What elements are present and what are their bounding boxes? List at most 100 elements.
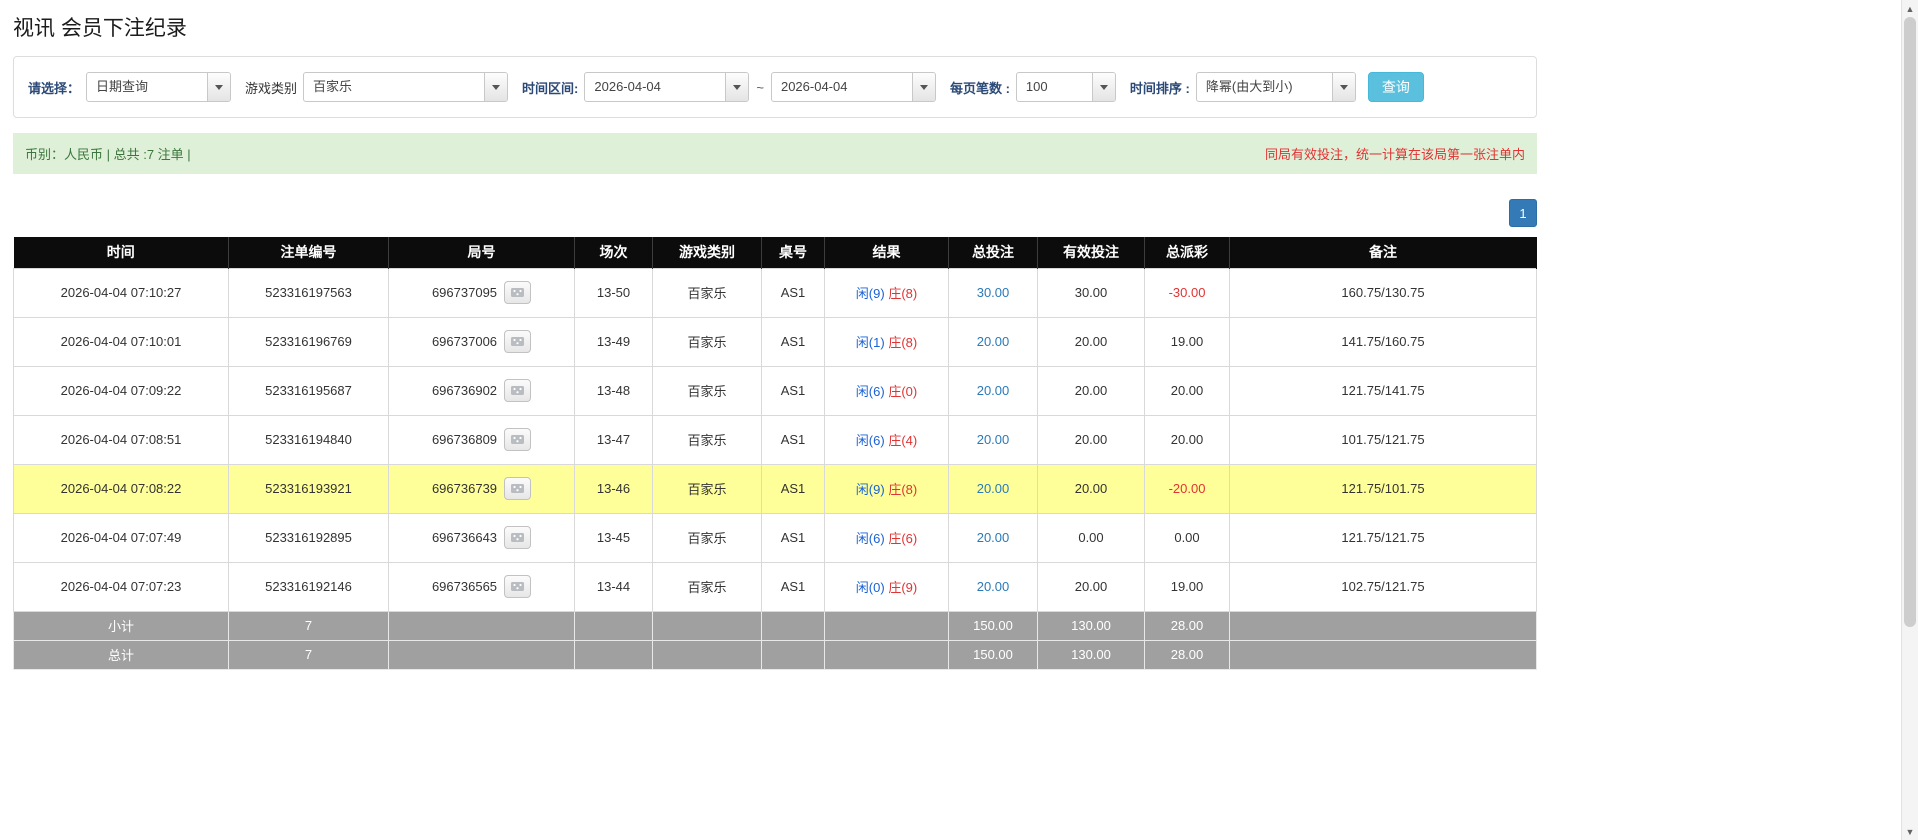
column-header-valid-bet: 有效投注 [1038,237,1145,268]
replay-icon[interactable] [504,526,531,549]
cell-bet-id: 523316196769 [229,317,389,366]
select-type-value: 日期查询 [87,73,207,101]
cell-time: 2026-04-04 07:09:22 [14,366,229,415]
cell-valid-bet: 20.00 [1038,562,1145,611]
replay-icon[interactable] [504,575,531,598]
cell-game-type: 百家乐 [653,562,762,611]
table-row: 2026-04-04 07:10:01523316196769696737006… [14,317,1537,366]
game-type-value: 百家乐 [304,73,484,101]
page-title: 视讯 会员下注纪录 [13,12,1537,42]
payout-value: 20.00 [1171,432,1204,447]
result-player: 闲(6) [856,531,885,546]
footer-empty-cell [1230,611,1537,640]
cell-session: 13-45 [575,513,653,562]
summary-currency-count: 币别：人民币 | 总共 :7 注单 | [25,144,191,163]
filter-panel: 请选择： 日期查询 游戏类别 百家乐 时间区间: 2026-04-04 ~ 20… [13,56,1537,118]
column-header-game-type: 游戏类别 [653,237,762,268]
scrollbar-up-icon[interactable]: ▲ [1902,0,1918,17]
cell-result: 闲(1) 庄(8) [825,317,949,366]
cell-payout: 19.00 [1145,317,1230,366]
payout-value: -30.00 [1169,285,1206,300]
result-banker: 庄(6) [888,531,917,546]
cell-table-no: AS1 [762,268,825,317]
column-header-payout: 总派彩 [1145,237,1230,268]
summary-bar: 币别：人民币 | 总共 :7 注单 | 同局有效投注，统一计算在该局第一张注单内 [13,133,1537,174]
cell-session: 13-50 [575,268,653,317]
chevron-down-icon[interactable] [484,73,507,101]
date-to-picker[interactable]: 2026-04-04 [771,72,936,102]
cell-time: 2026-04-04 07:07:49 [14,513,229,562]
footer-count: 7 [229,611,389,640]
total-bet-link[interactable]: 20.00 [977,579,1010,594]
cell-round: 696737006 [389,317,575,366]
search-button[interactable]: 查询 [1368,72,1424,102]
result-banker: 庄(8) [888,335,917,350]
cell-payout: -20.00 [1145,464,1230,513]
chevron-down-icon[interactable] [1092,73,1115,101]
footer-total-bet: 150.00 [949,611,1038,640]
footer-empty-cell [575,611,653,640]
footer-total-bet: 150.00 [949,640,1038,669]
cell-result: 闲(9) 庄(8) [825,464,949,513]
total-bet-link[interactable]: 20.00 [977,383,1010,398]
cell-bet-id: 523316197563 [229,268,389,317]
subtotal-row: 小计7150.00130.0028.00 [14,611,1537,640]
cell-session: 13-48 [575,366,653,415]
cell-total-bet: 20.00 [949,562,1038,611]
replay-icon[interactable] [504,281,531,304]
total-bet-link[interactable]: 20.00 [977,481,1010,496]
cell-total-bet: 20.00 [949,415,1038,464]
footer-payout: 28.00 [1145,640,1230,669]
page-size-dropdown[interactable]: 100 [1016,72,1116,102]
chevron-down-icon[interactable] [1332,73,1355,101]
footer-empty-cell [825,611,949,640]
replay-icon[interactable] [504,477,531,500]
scrollbar-thumb[interactable] [1904,17,1916,627]
total-bet-link[interactable]: 20.00 [977,334,1010,349]
cell-valid-bet: 20.00 [1038,415,1145,464]
payout-value: 20.00 [1171,383,1204,398]
column-header-round: 局号 [389,237,575,268]
cell-result: 闲(6) 庄(0) [825,366,949,415]
total-bet-link[interactable]: 20.00 [977,530,1010,545]
result-player: 闲(6) [856,384,885,399]
footer-empty-cell [575,640,653,669]
vertical-scrollbar[interactable]: ▲ ▼ [1901,0,1918,840]
footer-empty-cell [389,611,575,640]
cell-remark: 121.75/121.75 [1230,513,1537,562]
cell-total-bet: 20.00 [949,513,1038,562]
cell-remark: 160.75/130.75 [1230,268,1537,317]
game-type-dropdown[interactable]: 百家乐 [303,72,508,102]
footer-empty-cell [825,640,949,669]
cell-game-type: 百家乐 [653,317,762,366]
payout-value: 0.00 [1174,530,1199,545]
cell-time: 2026-04-04 07:07:23 [14,562,229,611]
total-bet-link[interactable]: 20.00 [977,432,1010,447]
cell-bet-id: 523316192895 [229,513,389,562]
cell-round: 696736902 [389,366,575,415]
chevron-down-icon[interactable] [912,73,935,101]
sort-order-dropdown[interactable]: 降幂(由大到小) [1196,72,1356,102]
replay-icon[interactable] [504,379,531,402]
cell-remark: 102.75/121.75 [1230,562,1537,611]
column-header-total-bet: 总投注 [949,237,1038,268]
replay-icon[interactable] [504,330,531,353]
chevron-down-icon[interactable] [207,73,230,101]
date-from-picker[interactable]: 2026-04-04 [584,72,749,102]
page-button-1[interactable]: 1 [1509,199,1537,227]
cell-valid-bet: 20.00 [1038,464,1145,513]
chevron-down-icon[interactable] [725,73,748,101]
result-banker: 庄(8) [888,286,917,301]
replay-icon[interactable] [504,428,531,451]
table-row: 2026-04-04 07:08:22523316193921696736739… [14,464,1537,513]
result-player: 闲(0) [856,580,885,595]
total-bet-link[interactable]: 30.00 [977,285,1010,300]
footer-empty-cell [1230,640,1537,669]
time-range-label: 时间区间: [522,78,578,97]
date-to-value: 2026-04-04 [772,73,912,101]
cell-valid-bet: 0.00 [1038,513,1145,562]
select-type-dropdown[interactable]: 日期查询 [86,72,231,102]
round-number: 696736565 [432,579,497,594]
cell-valid-bet: 20.00 [1038,366,1145,415]
scrollbar-down-icon[interactable]: ▼ [1902,823,1918,840]
